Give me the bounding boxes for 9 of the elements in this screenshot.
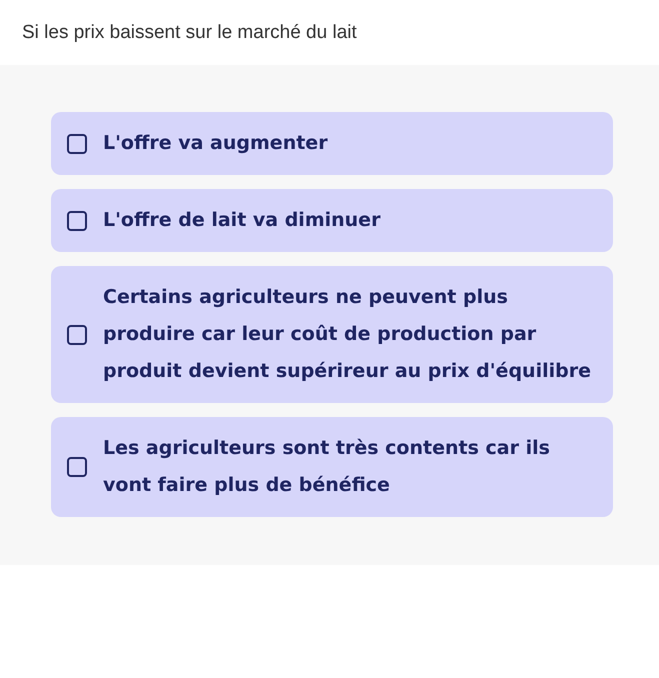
question-text: Si les prix baissent sur le marché du lait <box>21 21 358 45</box>
checkbox[interactable] <box>67 210 87 230</box>
answer-option[interactable]: Certains agriculteurs ne peuvent plus produire car leur coût de production par produit devient supérireur au prix d'équilibre <box>51 266 613 403</box>
checkbox[interactable] <box>67 457 87 477</box>
answer-option[interactable]: Les agriculteurs sont très contents car ils vont faire plus de bénéfice <box>51 417 613 517</box>
checkbox[interactable] <box>67 134 87 154</box>
answer-option[interactable]: L'offre va augmenter <box>51 112 613 175</box>
answer-option[interactable]: L'offre de lait va diminuer <box>51 189 613 252</box>
checkbox[interactable] <box>67 324 87 344</box>
